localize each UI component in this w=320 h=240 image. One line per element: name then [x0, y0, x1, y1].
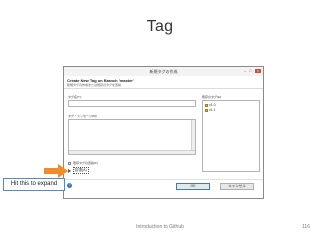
message-horizontal-scrollbar[interactable] [69, 150, 195, 154]
create-tag-dialog: 新規タグの作成 – □ × Create New Tag on Branch '… [63, 66, 264, 199]
tag-icon [205, 103, 208, 107]
footer-text: Introduction to Github [136, 224, 184, 230]
expand-arrow-icon[interactable] [68, 168, 71, 173]
dialog-header: Create New Tag on Branch 'master' 新規タグの作… [64, 76, 263, 89]
window-title: 新規タグの作成 [149, 69, 178, 74]
minimize-icon[interactable]: – [244, 69, 246, 73]
overwrite-checkbox-box[interactable] [68, 161, 71, 165]
expand-hint-arrow-icon [44, 164, 68, 178]
advanced-label[interactable]: 拡張(A) [73, 167, 89, 174]
footer-divider [64, 179, 263, 180]
close-icon[interactable]: × [254, 69, 261, 73]
existing-tags-list[interactable]: v1.0 v1.1 [202, 100, 260, 172]
tag-item-label: v1.1 [209, 108, 216, 112]
page-number: 116 [302, 224, 310, 230]
tag-icon [205, 108, 208, 112]
tag-message-label: タグ・メッセージ(M): [68, 114, 98, 118]
tag-name-label: タグ名(T): [68, 95, 82, 99]
list-item[interactable]: v1.1 [205, 108, 216, 112]
dialog-header-description: 新規タグの作成または既存のタグを置換 [67, 83, 122, 87]
cancel-button[interactable]: キャンセル [220, 183, 254, 190]
message-vertical-scrollbar[interactable] [191, 120, 195, 154]
list-item[interactable]: v1.0 [205, 103, 216, 107]
existing-tags-label: 既存のタグ(E): [202, 95, 222, 99]
overwrite-tag-checkbox[interactable]: 既存タグの置換(F) [68, 161, 98, 165]
slide-title: Tag [146, 18, 174, 35]
advanced-expander[interactable]: 拡張(A) [68, 167, 89, 174]
tag-item-label: v1.0 [209, 103, 216, 107]
help-icon[interactable]: ? [67, 183, 72, 188]
callout-label: Hit this to expand [3, 178, 65, 191]
overwrite-checkbox-label: 既存タグの置換(F) [73, 161, 98, 165]
maximize-icon[interactable]: □ [249, 69, 251, 73]
tag-message-textarea[interactable] [68, 119, 196, 155]
ok-button[interactable]: OK [176, 183, 210, 190]
tag-name-input[interactable] [68, 100, 196, 107]
